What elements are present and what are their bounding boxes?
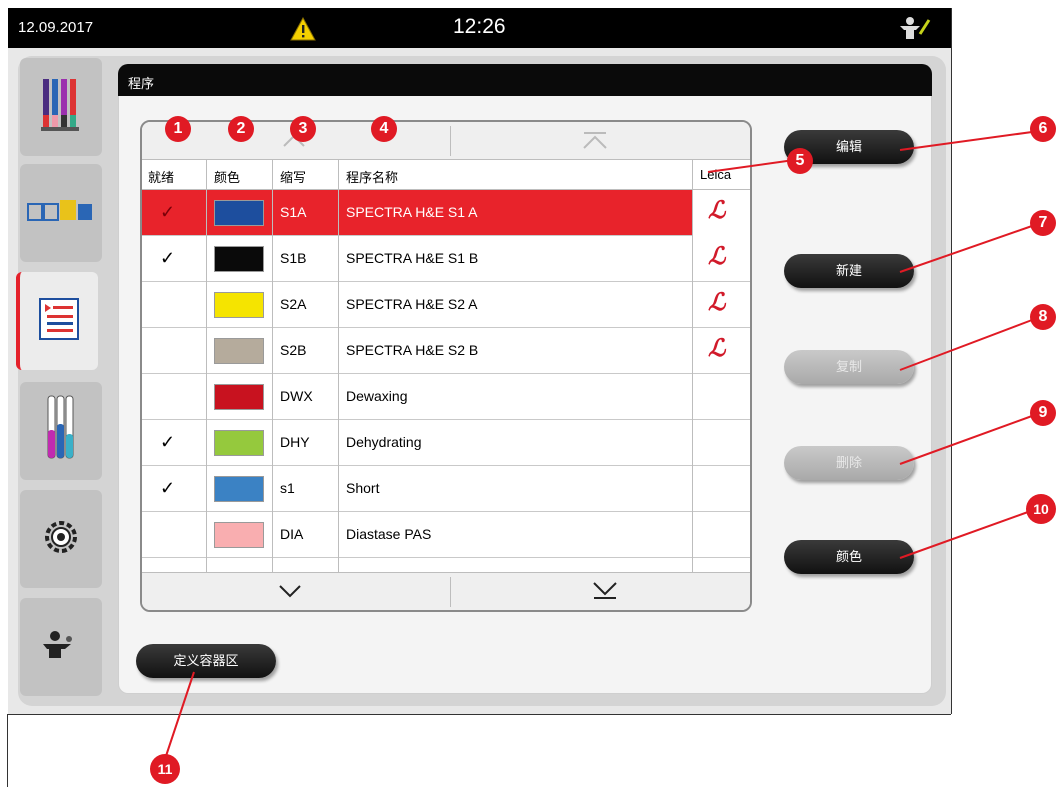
callout-2: 2 xyxy=(228,116,254,142)
callout-4: 4 xyxy=(371,116,397,142)
callout-7: 7 xyxy=(1030,210,1056,236)
callout-lines xyxy=(165,131,1033,757)
callout-6: 6 xyxy=(1030,116,1056,142)
callout-11: 11 xyxy=(150,754,180,784)
callout-3: 3 xyxy=(290,116,316,142)
callout-5: 5 xyxy=(787,148,813,174)
callout-1: 1 xyxy=(165,116,191,142)
callout-8: 8 xyxy=(1030,304,1056,330)
callout-10: 10 xyxy=(1026,494,1056,524)
callout-9: 9 xyxy=(1030,400,1056,426)
